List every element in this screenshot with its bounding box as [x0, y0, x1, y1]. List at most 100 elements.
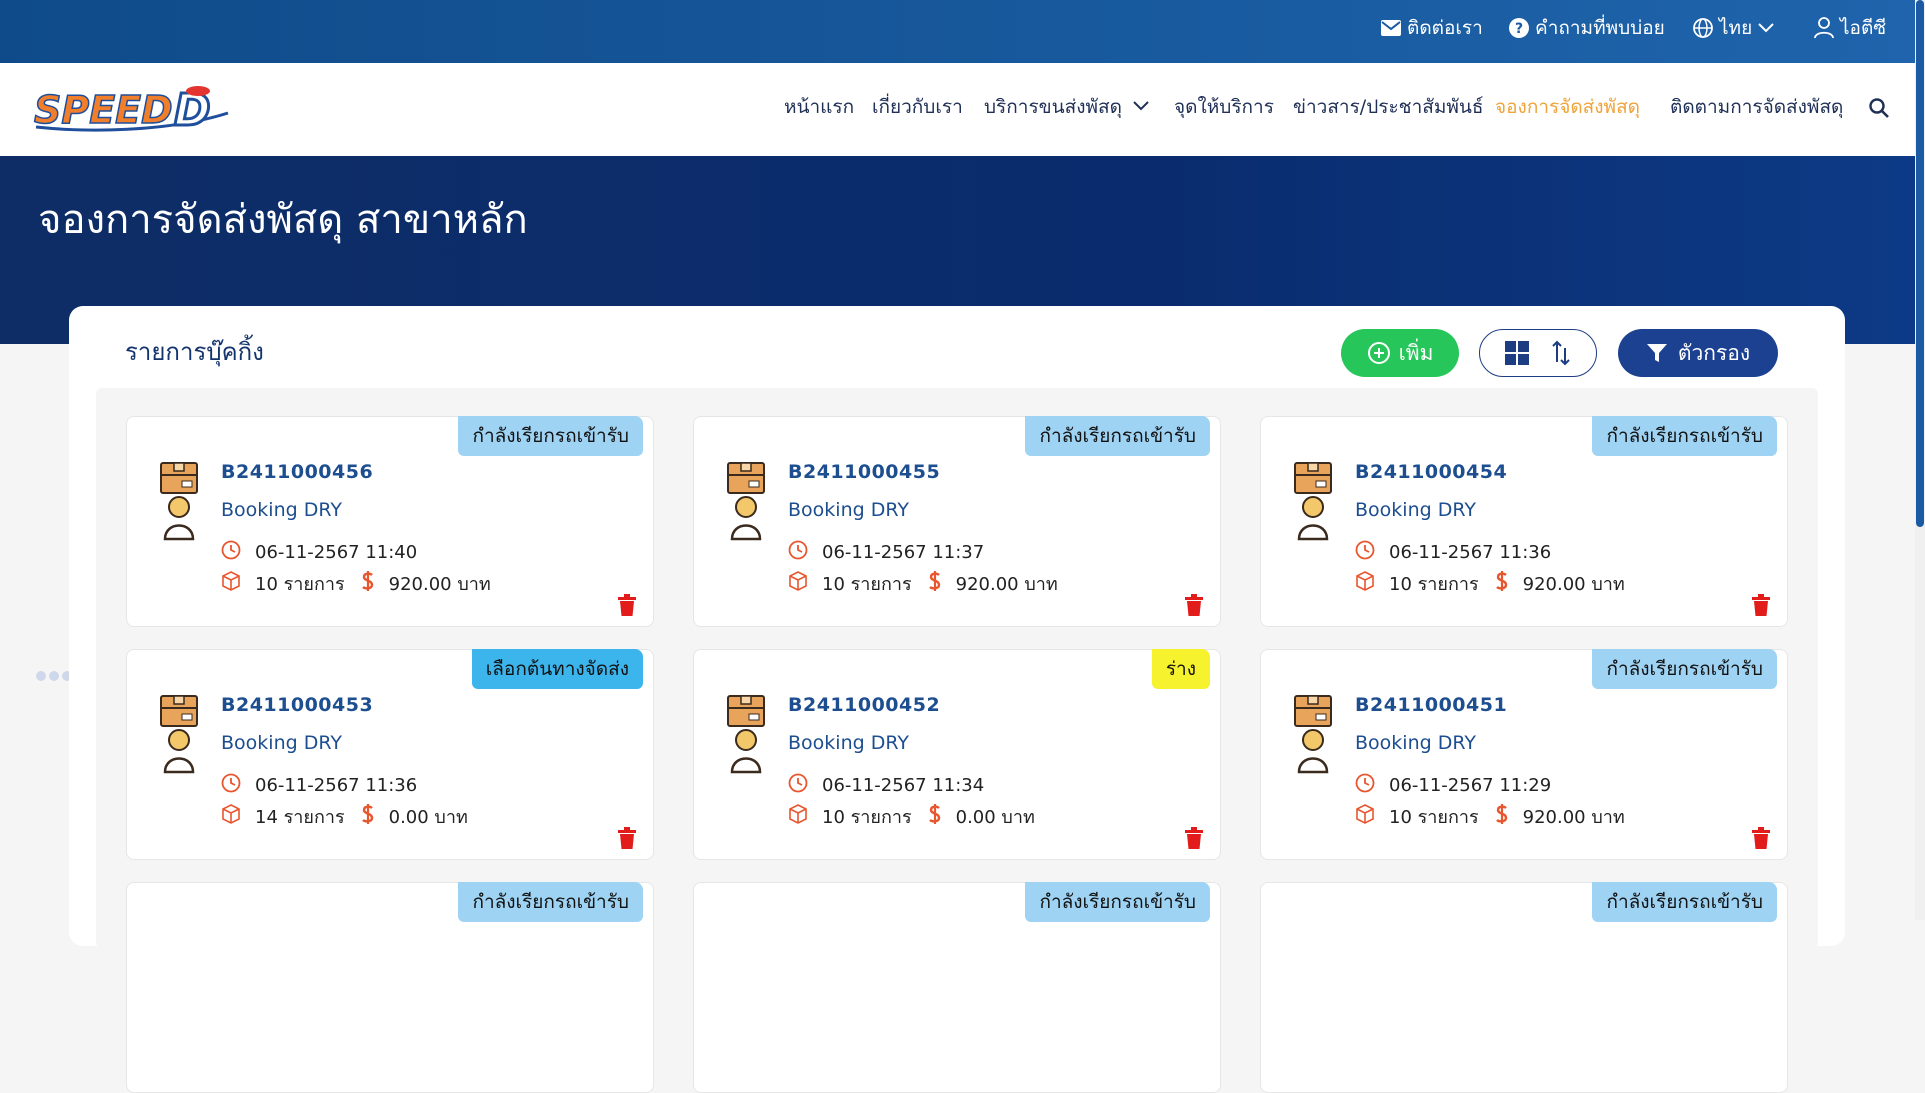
booking-number[interactable]: B2411000456 — [221, 461, 373, 483]
add-booking-button[interactable]: เพิ่ม — [1341, 329, 1459, 377]
booking-type: Booking DRY — [788, 499, 909, 521]
filter-button[interactable]: ตัวกรอง — [1618, 329, 1778, 377]
parcel-user-icon — [1291, 694, 1335, 774]
booking-number[interactable]: B2411000452 — [788, 694, 940, 716]
booking-number[interactable]: B2411000454 — [1355, 461, 1507, 483]
plus-circle-icon — [1367, 342, 1390, 364]
item-count: 10 รายการ — [1389, 807, 1479, 828]
nav-services[interactable]: บริการขนส่งพัสดุ — [984, 94, 1122, 120]
booking-card[interactable]: กำลังเรียกรถเข้ารับ B2411000454 Booking DR… — [1260, 416, 1788, 627]
grid-view-icon[interactable] — [1505, 341, 1529, 365]
booking-card[interactable]: กำลังเรียกรถเข้ารับ B2411000455 Booking DR… — [693, 416, 1221, 627]
booking-number[interactable]: B2411000451 — [1355, 694, 1507, 716]
booking-type: Booking DRY — [221, 499, 342, 521]
box-icon — [221, 571, 241, 596]
page-title: จองการจัดส่งพัสดุ สาขาหลัก — [38, 197, 528, 243]
logo-wordmark: SPEED — [34, 88, 173, 132]
delete-booking-icon[interactable] — [1184, 827, 1204, 849]
booking-grid: กำลังเรียกรถเข้ารับ B2411000456 Booking DR… — [96, 388, 1818, 1093]
nav-tracking[interactable]: ติดตามการจัดส่งพัสดุ — [1670, 94, 1843, 120]
nav-booking[interactable]: จองการจัดส่งพัสดุ — [1495, 94, 1640, 120]
dollar-icon — [361, 570, 375, 597]
clock-icon — [788, 773, 808, 798]
services-chevron-down-icon[interactable] — [1133, 101, 1149, 111]
user-menu[interactable]: ไอตีซี — [1814, 16, 1886, 40]
booking-number[interactable]: B2411000453 — [221, 694, 373, 716]
booking-card[interactable]: กำลังเรียกรถเข้ารับ — [693, 882, 1221, 1093]
clock-icon — [221, 540, 241, 565]
delete-booking-icon[interactable] — [1184, 594, 1204, 616]
box-icon — [788, 804, 808, 829]
user-label: ไอตีซี — [1840, 17, 1887, 39]
status-badge: ร่าง — [1151, 649, 1210, 689]
booking-card[interactable]: ร่าง B2411000452 Booking DRY 06-11-2567 11:… — [693, 649, 1221, 860]
language-label: ไทย — [1719, 17, 1753, 39]
language-selector[interactable]: ไทย — [1693, 16, 1774, 40]
booking-list-panel: รายการบุ๊คกิ้ง เพิ่ม ตัวกรอง กำลังเรียกร… — [69, 306, 1845, 1093]
status-badge: กำลังเรียกรถเข้ารับ — [458, 882, 643, 922]
search-icon[interactable] — [1869, 98, 1889, 118]
status-badge: เลือกต้นทางจัดส่ง — [471, 649, 643, 689]
booking-card[interactable]: กำลังเรียกรถเข้ารับ B2411000456 Booking DR… — [126, 416, 654, 627]
box-icon — [788, 571, 808, 596]
main-navbar: SPEED D หน้าแรก เกี่ยวกับเรา บริการขนส่ง… — [0, 63, 1915, 156]
dollar-icon — [1495, 570, 1509, 597]
item-count: 10 รายการ — [822, 807, 912, 828]
item-count: 10 รายการ — [1389, 574, 1479, 595]
box-icon — [1355, 804, 1375, 829]
delete-booking-icon[interactable] — [617, 827, 637, 849]
booking-card[interactable]: เลือกต้นทางจัดส่ง B2411000453 Booking DRY 0… — [126, 649, 654, 860]
box-icon — [221, 804, 241, 829]
clock-icon — [788, 540, 808, 565]
view-toggle-button[interactable] — [1479, 329, 1597, 377]
contact-label: ติดต่อเรา — [1407, 17, 1483, 39]
speed-d-logo[interactable]: SPEED D — [32, 83, 232, 138]
booking-card[interactable]: กำลังเรียกรถเข้ารับ — [1260, 882, 1788, 1093]
status-badge: กำลังเรียกรถเข้ารับ — [1592, 649, 1777, 689]
delete-booking-icon[interactable] — [1751, 827, 1771, 849]
carousel-dots — [36, 671, 72, 681]
parcel-user-icon — [157, 461, 201, 541]
delete-booking-icon[interactable] — [1751, 594, 1771, 616]
booking-type: Booking DRY — [788, 732, 909, 754]
globe-icon — [1693, 18, 1713, 38]
parcel-user-icon — [724, 461, 768, 541]
status-badge: กำลังเรียกรถเข้ารับ — [1592, 416, 1777, 456]
dollar-icon — [361, 803, 375, 830]
contact-link[interactable]: ติดต่อเรา — [1381, 16, 1483, 40]
page-scrollbar[interactable] — [1915, 0, 1925, 920]
booking-card[interactable]: กำลังเรียกรถเข้ารับ B2411000451 Booking DR… — [1260, 649, 1788, 860]
dollar-icon — [928, 803, 942, 830]
booking-datetime: 06-11-2567 11:34 — [822, 775, 985, 796]
item-count: 14 รายการ — [255, 807, 345, 828]
booking-datetime: 06-11-2567 11:36 — [255, 775, 418, 796]
booking-amount: 920.00 บาท — [1522, 807, 1625, 828]
booking-number[interactable]: B2411000455 — [788, 461, 940, 483]
scrollbar-thumb[interactable] — [1916, 0, 1924, 527]
nav-service-points[interactable]: จุดให้บริการ — [1174, 94, 1274, 120]
top-utility-bar: ติดต่อเรา ? คำถามที่พบบ่อย ไทย ไอตีซี — [0, 0, 1925, 63]
sort-icon[interactable] — [1551, 340, 1571, 366]
chevron-down-icon — [1758, 23, 1774, 33]
booking-datetime: 06-11-2567 11:37 — [822, 542, 985, 563]
booking-datetime: 06-11-2567 11:29 — [1389, 775, 1552, 796]
booking-type: Booking DRY — [1355, 732, 1476, 754]
delete-booking-icon[interactable] — [617, 594, 637, 616]
faq-link[interactable]: ? คำถามที่พบบ่อย — [1509, 16, 1665, 40]
clock-icon — [1355, 773, 1375, 798]
booking-amount: 0.00 บาท — [955, 807, 1035, 828]
parcel-user-icon — [724, 694, 768, 774]
question-icon: ? — [1509, 18, 1529, 38]
booking-list-title: รายการบุ๊คกิ้ง — [125, 338, 264, 366]
parcel-user-icon — [1291, 461, 1335, 541]
filter-label: ตัวกรอง — [1677, 340, 1751, 365]
booking-card[interactable]: กำลังเรียกรถเข้ารับ — [126, 882, 654, 1093]
status-badge: กำลังเรียกรถเข้ารับ — [1025, 416, 1210, 456]
nav-about[interactable]: เกี่ยวกับเรา — [872, 94, 963, 120]
booking-datetime: 06-11-2567 11:40 — [255, 542, 418, 563]
nav-home[interactable]: หน้าแรก — [784, 94, 854, 120]
nav-news[interactable]: ข่าวสาร/ประชาสัมพันธ์ — [1293, 94, 1483, 120]
booking-amount: 0.00 บาท — [388, 807, 468, 828]
status-badge: กำลังเรียกรถเข้ารับ — [1025, 882, 1210, 922]
filter-icon — [1646, 344, 1667, 362]
